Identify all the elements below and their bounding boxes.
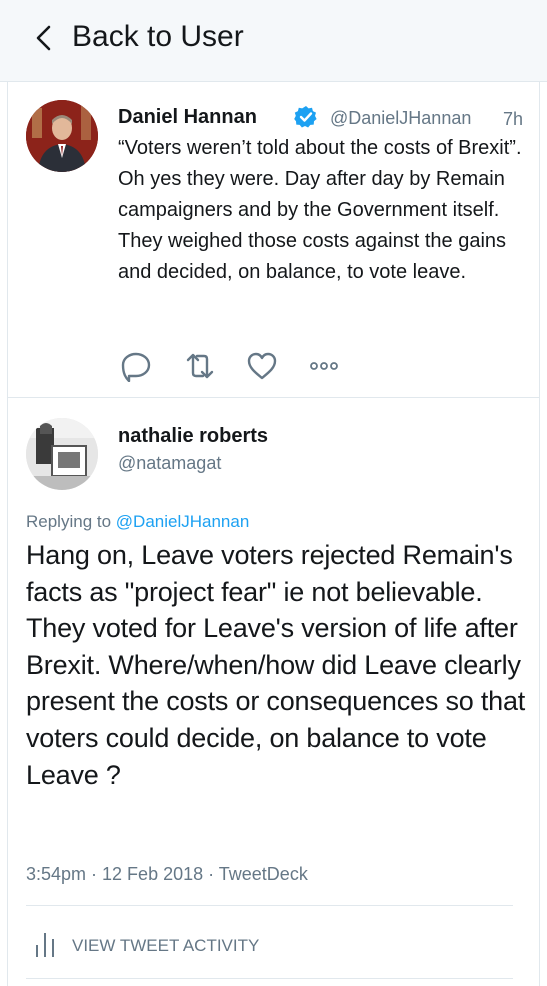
retweet-icon[interactable] bbox=[184, 350, 216, 382]
author-name[interactable]: nathalie roberts bbox=[118, 423, 268, 449]
replying-handle-link[interactable]: @DanielJHannan bbox=[116, 512, 250, 531]
column-border-left bbox=[7, 82, 8, 986]
avatar[interactable] bbox=[26, 100, 98, 172]
reply-icon[interactable] bbox=[120, 350, 152, 382]
tweet-text: Hang on, Leave voters rejected Remain's … bbox=[26, 540, 526, 790]
author-handle[interactable]: @natamagat bbox=[118, 451, 221, 475]
back-chevron-icon[interactable] bbox=[33, 24, 55, 52]
author-handle[interactable]: @DanielJHannan bbox=[330, 106, 471, 130]
avatar[interactable] bbox=[26, 418, 98, 490]
divider bbox=[26, 978, 513, 979]
verified-badge-icon bbox=[294, 105, 318, 129]
view-tweet-activity-link[interactable]: VIEW TWEET ACTIVITY bbox=[72, 935, 259, 957]
tweet-time[interactable]: 7h bbox=[503, 107, 523, 131]
author-name[interactable]: Daniel Hannan bbox=[118, 104, 257, 130]
column-border-right bbox=[539, 82, 540, 986]
header-bar: Back to User bbox=[0, 0, 547, 82]
more-icon[interactable] bbox=[308, 350, 340, 382]
divider bbox=[26, 905, 513, 906]
replying-prefix: Replying to bbox=[26, 512, 116, 531]
divider bbox=[8, 397, 539, 398]
like-icon[interactable] bbox=[246, 350, 278, 382]
back-to-user-link[interactable]: Back to User bbox=[72, 19, 244, 55]
tweet-timestamp[interactable]: 3:54pm · 12 Feb 2018 · TweetDeck bbox=[26, 862, 308, 886]
activity-bars-icon[interactable] bbox=[34, 931, 56, 959]
tweet-text: “Voters weren’t told about the costs of … bbox=[118, 137, 522, 283]
replying-to: Replying to @DanielJHannan bbox=[26, 510, 249, 534]
